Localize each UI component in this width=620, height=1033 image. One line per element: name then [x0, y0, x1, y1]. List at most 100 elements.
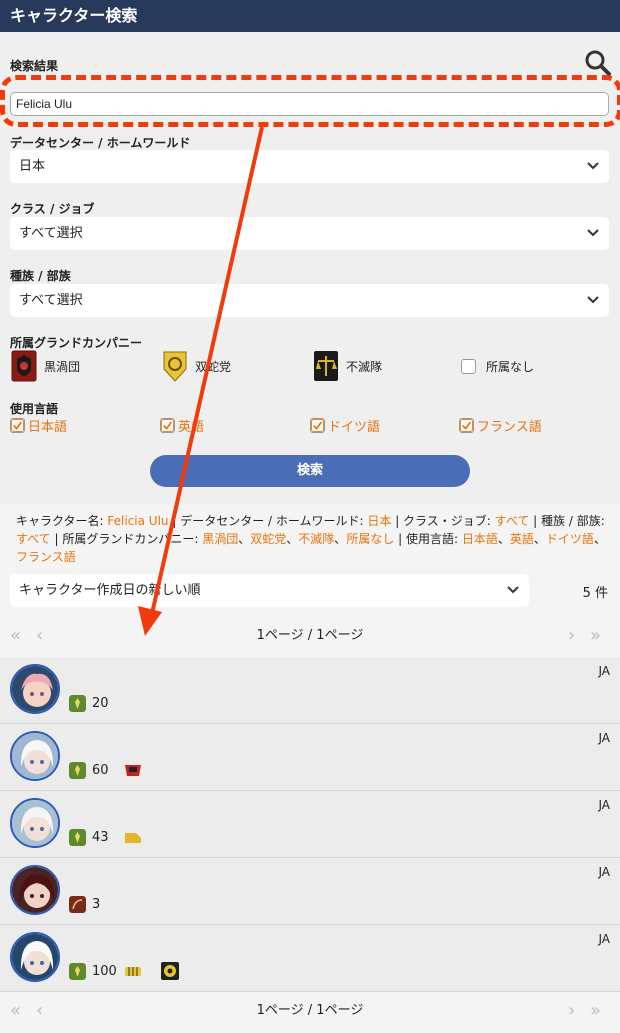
class-select-value: すべて選択 — [19, 226, 83, 241]
job-level: 60 — [92, 763, 109, 778]
job-conjurer-icon — [69, 829, 86, 846]
result-count: 5 件 — [582, 586, 608, 601]
summary-comma: 、 — [593, 532, 606, 546]
lang-fr[interactable]: フランス語 — [459, 416, 542, 435]
dc-select[interactable]: 日本 — [10, 150, 609, 183]
summary-gc-link[interactable]: 黒渦団 — [202, 532, 238, 546]
sort-select-value: キャラクター作成日の新しい順 — [19, 583, 201, 598]
lang-de-label: ドイツ語 — [328, 420, 381, 435]
character-row[interactable]: JA 60 — [0, 724, 620, 791]
immortal-flames-emblem-icon — [314, 351, 338, 381]
job-level: 3 — [92, 897, 101, 912]
language-tag: JA — [598, 664, 610, 678]
summary-lang-link[interactable]: 英語 — [510, 532, 534, 546]
gold-badge-icon — [125, 833, 141, 843]
chevron-down-icon — [587, 296, 599, 304]
language-tag: JA — [598, 865, 610, 879]
pager-label: 1ページ / 1ページ — [256, 628, 364, 643]
checkbox-checked-icon[interactable] — [160, 418, 175, 433]
summary-gc-link[interactable]: 所属なし — [346, 532, 394, 546]
gc-none-checkbox[interactable] — [461, 358, 476, 374]
lang-ja[interactable]: 日本語 — [10, 416, 67, 435]
lang-en[interactable]: 英語 — [160, 416, 204, 435]
pager-bottom: « ‹ 1ページ / 1ページ › » — [0, 999, 620, 1023]
summary-lang-link[interactable]: 日本語 — [462, 532, 498, 546]
first-page-icon[interactable]: « — [10, 624, 21, 648]
summary-comma: 、 — [334, 532, 347, 546]
summary-sep: | — [391, 514, 404, 528]
prev-page-icon[interactable]: ‹ — [36, 999, 43, 1023]
race-select-value: すべて選択 — [19, 293, 83, 308]
summary-key: データセンター / ホームワールド: — [180, 514, 368, 528]
gc-none[interactable]: 所属なし — [461, 349, 534, 383]
language-tag: JA — [598, 731, 610, 745]
checkbox-checked-icon[interactable] — [10, 418, 25, 433]
last-page-icon[interactable]: » — [590, 624, 601, 648]
summary-sep: | — [50, 532, 63, 546]
race-select[interactable]: すべて選択 — [10, 284, 609, 317]
avatar — [10, 664, 60, 714]
summary-job-link[interactable]: すべて — [495, 514, 530, 528]
class-label: クラス / ジョブ — [10, 202, 95, 216]
last-page-icon[interactable]: » — [590, 999, 601, 1023]
summary-key: 所属グランドカンパニー: — [62, 532, 203, 546]
job-conjurer-icon — [69, 762, 86, 779]
search-button[interactable]: 検索 — [150, 455, 470, 487]
prev-page-icon[interactable]: ‹ — [36, 624, 43, 648]
gc-immortal-flames[interactable]: 不滅隊 — [312, 349, 382, 383]
summary-gc-link[interactable]: 双蛇党 — [250, 532, 286, 546]
class-select[interactable]: すべて選択 — [10, 217, 609, 250]
twin-adder-badge-icon — [161, 962, 179, 980]
job-conjurer-icon — [69, 963, 86, 980]
next-page-icon[interactable]: › — [568, 624, 575, 648]
checkbox-checked-icon[interactable] — [310, 418, 325, 433]
summary-race-link[interactable]: すべて — [16, 532, 51, 546]
character-row[interactable]: JA 43 — [0, 791, 620, 858]
avatar — [10, 932, 60, 982]
gc-maelstrom-label: 黒渦団 — [44, 359, 81, 374]
gc-twin-adder-label: 双蛇党 — [195, 359, 232, 374]
character-name-input[interactable]: Felicia Ulu — [10, 92, 609, 116]
summary-gc-link[interactable]: 不滅隊 — [298, 532, 334, 546]
summary-key: 使用言語: — [406, 532, 462, 546]
first-page-icon[interactable]: « — [10, 999, 21, 1023]
summary-comma: 、 — [238, 532, 251, 546]
summary-name-link[interactable]: Felicia Ulu — [107, 514, 168, 528]
summary-lang-link[interactable]: ドイツ語 — [546, 532, 594, 546]
search-summary: キャラクター名: Felicia Ulu | データセンター / ホームワールド… — [16, 512, 608, 566]
pager-top: « ‹ 1ページ / 1ページ › » — [0, 624, 620, 648]
dc-label: データセンター / ホームワールド — [10, 136, 191, 150]
summary-dc-link[interactable]: 日本 — [367, 514, 391, 528]
avatar — [10, 865, 60, 915]
summary-sep: | — [394, 532, 406, 546]
chevron-down-icon — [507, 586, 519, 594]
next-page-icon[interactable]: › — [568, 999, 575, 1023]
results-label: 検索結果 — [10, 59, 59, 73]
summary-lang-link[interactable]: フランス語 — [16, 550, 76, 564]
maelstrom-emblem-icon — [11, 350, 37, 382]
gc-twin-adder[interactable]: 双蛇党 — [161, 349, 231, 383]
job-level: 100 — [92, 964, 117, 979]
summary-comma: 、 — [286, 532, 299, 546]
dc-select-value: 日本 — [19, 159, 46, 174]
lang-de[interactable]: ドイツ語 — [310, 416, 380, 435]
summary-comma: 、 — [533, 532, 546, 546]
sort-select[interactable]: キャラクター作成日の新しい順 — [10, 574, 529, 607]
lang-label: 使用言語 — [10, 402, 59, 416]
summary-key: クラス・ジョブ: — [403, 514, 495, 528]
checkbox-checked-icon[interactable] — [459, 418, 474, 433]
search-icon[interactable] — [584, 49, 612, 77]
summary-key: キャラクター名: — [16, 514, 108, 528]
character-row[interactable]: JA 20 — [0, 657, 620, 724]
summary-sep: | — [168, 514, 181, 528]
app-header: キャラクター検索 — [0, 0, 620, 32]
avatar — [10, 798, 60, 848]
gc-maelstrom[interactable]: 黒渦団 — [10, 349, 80, 383]
character-row[interactable]: JA 3 — [0, 858, 620, 925]
job-archer-icon — [69, 896, 86, 913]
pager-label: 1ページ / 1ページ — [256, 1003, 364, 1018]
character-row[interactable]: JA 100 — [0, 925, 620, 992]
striped-badge-icon — [125, 967, 141, 976]
language-tag: JA — [598, 798, 610, 812]
summary-comma: 、 — [497, 532, 510, 546]
